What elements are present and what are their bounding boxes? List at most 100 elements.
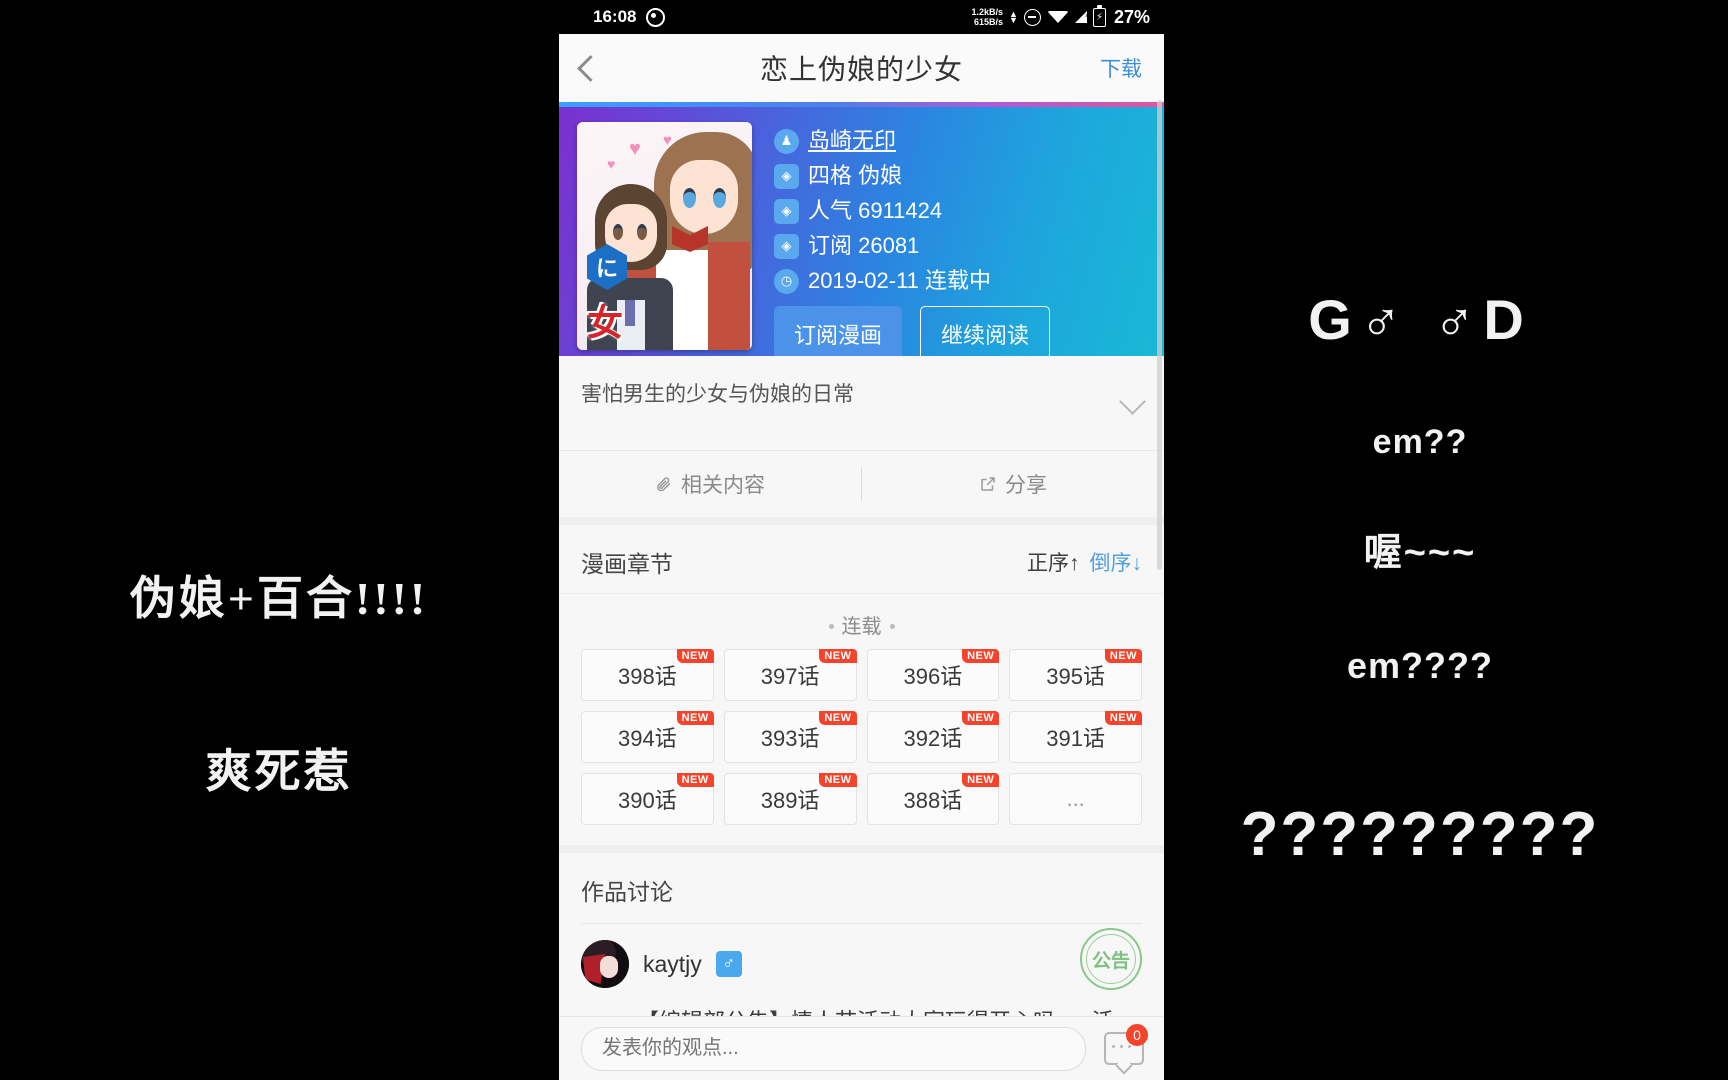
status-bar-right: 1.2kB/s 615B/s ▲ ▼ × ⚡ 27%: [972, 4, 1150, 28]
avatar[interactable]: [581, 940, 629, 988]
author-icon: ♟: [774, 128, 799, 154]
right-overlay-line-questions: ?????????: [1240, 800, 1600, 869]
chapter-item[interactable]: 389话 NEW: [723, 773, 857, 825]
page-title: 恋上伪娘的少女: [759, 54, 963, 85]
related-content-label: 相关内容: [681, 474, 765, 497]
meta-row-popularity: ◈ 人气 6911424: [774, 198, 1146, 224]
new-badge: NEW: [819, 649, 857, 663]
tag-icon: ◈: [774, 163, 799, 189]
chapter-group-label: 连载: [559, 594, 1164, 649]
meta-row-updated: ◷ 2019-02-11 连载中: [774, 268, 1146, 294]
heart-icon: ♥: [607, 156, 616, 172]
meta-row-subscribers: ◈ 订阅 26081: [774, 233, 1146, 259]
chapter-item[interactable]: 392话 NEW: [866, 711, 1000, 763]
meta-row-author[interactable]: ♟ 岛崎无印: [774, 128, 1146, 154]
chapters-header: 漫画章节 正序↑ 倒序↓: [559, 525, 1164, 594]
right-overlay-line-em1: em??: [1372, 423, 1468, 461]
tag-icon: ◈: [774, 233, 799, 259]
announcement-stamp-icon: 公告: [1080, 928, 1142, 990]
phone-screen: 16:08 1.2kB/s 615B/s ▲ ▼ × ⚡ 27% 恋上伪娘的少女 …: [559, 0, 1164, 1080]
chapter-label: 390话: [618, 788, 677, 813]
sort-descending-button[interactable]: 倒序↓: [1090, 547, 1143, 577]
left-overlay-line-2: 爽死惹: [205, 745, 353, 797]
description-text: 害怕男生的少女与伪娘的日常: [581, 383, 854, 406]
chapter-item[interactable]: 396话 NEW: [866, 649, 1000, 701]
record-dot-icon: [646, 7, 666, 27]
description-section[interactable]: 害怕男生的少女与伪娘的日常: [559, 356, 1164, 451]
comic-meta-list: ♟ 岛崎无印 ◈ 四格 伪娘 ◈ 人气 6911424 ◈ 订阅 26081 ◷…: [774, 122, 1146, 362]
network-speed-down: 615B/s: [974, 17, 1004, 27]
chapter-item[interactable]: 393话 NEW: [723, 711, 857, 763]
meta-updated-value: 2019-02-11 连载中: [808, 268, 992, 293]
left-overlay-caption: 伪娘+百合!!!! 爽死惹: [0, 455, 558, 858]
right-overlay-line-wo: 喔~~~: [1363, 531, 1477, 574]
chapter-label: 393话: [760, 726, 820, 751]
chapters-section: 漫画章节 正序↑ 倒序↓ 连载 398话 NEW 397话 NEW 396话 NEW …: [559, 525, 1164, 845]
right-overlay-line-god: G♂ ♂D: [1308, 288, 1532, 351]
battery-percentage: 27%: [1113, 6, 1150, 27]
share-icon: [981, 477, 995, 491]
chapter-item[interactable]: 398话 NEW: [581, 649, 714, 701]
new-badge: NEW: [819, 711, 857, 725]
share-tab[interactable]: 分享: [862, 451, 1164, 517]
related-content-tab[interactable]: 相关内容: [559, 451, 861, 517]
chapter-label: ...: [1066, 786, 1085, 811]
chapter-item[interactable]: 391话 NEW: [1009, 711, 1142, 763]
network-speed-up: 1.2kB/s: [971, 7, 1004, 17]
right-overlay-caption: G♂ ♂D em?? 喔~~~ em???? ?????????: [1170, 245, 1670, 920]
new-badge: NEW: [676, 773, 714, 787]
chapter-label: 392话: [903, 726, 963, 751]
chapter-label: 396话: [903, 664, 963, 689]
status-bar: 16:08 1.2kB/s 615B/s ▲ ▼ × ⚡ 27%: [559, 0, 1164, 34]
chapter-item-more[interactable]: ...: [1009, 773, 1142, 825]
dot-icon: [889, 623, 895, 629]
action-tabs: 相关内容 分享: [559, 451, 1164, 525]
sort-ascending-button[interactable]: 正序↑: [1027, 547, 1080, 577]
chapter-item[interactable]: 394话 NEW: [581, 711, 714, 763]
chapter-item[interactable]: 388话 NEW: [866, 773, 1000, 825]
chapters-title: 漫画章节: [581, 551, 673, 577]
status-clock: 16:08: [593, 7, 637, 26]
chapter-label: 389话: [760, 788, 820, 813]
scrollbar-thumb[interactable]: [1157, 100, 1162, 570]
app-bar: 恋上伪娘的少女 下载: [559, 34, 1164, 102]
left-overlay-line-1: 伪娘+百合!!!!: [129, 573, 429, 624]
new-badge: NEW: [676, 649, 714, 663]
share-label: 分享: [1005, 474, 1047, 497]
comic-cover-image[interactable]: ♥ ♥ ♥ に 女: [577, 122, 752, 350]
tag-icon: ◈: [774, 198, 799, 224]
meta-row-genre: ◈ 四格 伪娘: [774, 163, 1146, 189]
chapter-item[interactable]: 397话 NEW: [723, 649, 857, 701]
meta-author-value[interactable]: 岛崎无印: [808, 128, 896, 154]
chapter-label: 388话: [903, 788, 963, 813]
clock-icon: ◷: [774, 268, 799, 294]
paperclip-icon: [657, 477, 671, 492]
discussion-title: 作品讨论: [581, 879, 673, 905]
comment-username[interactable]: kaytjy: [643, 951, 702, 978]
network-arrows-icon: ▲ ▼: [1009, 9, 1018, 25]
heart-icon: ♥: [629, 138, 641, 160]
cover-title-glyph: 女: [587, 302, 624, 343]
comic-hero-section: ♥ ♥ ♥ に 女 ♟ 岛崎无印 ◈ 四格 伪娘 ◈ 人气 6911424 ◈ …: [559, 102, 1164, 362]
comment-input[interactable]: [581, 1026, 1086, 1071]
chapter-grid: 398话 NEW 397话 NEW 396话 NEW 395话 NEW 394话 NEW …: [559, 649, 1164, 845]
chapter-item[interactable]: 390话 NEW: [581, 773, 714, 825]
chevron-down-icon[interactable]: [1119, 388, 1146, 415]
chapter-label: 391话: [1046, 726, 1105, 751]
back-chevron-icon[interactable]: [577, 54, 604, 82]
network-speed: 1.2kB/s 615B/s: [972, 7, 1004, 27]
comment-bubble-icon[interactable]: 0: [1104, 1023, 1148, 1066]
status-bar-left: 16:08: [593, 7, 666, 27]
continue-reading-button[interactable]: 继续阅读: [920, 306, 1051, 362]
comment-header: kaytjy ♂ 公告: [581, 928, 1142, 990]
subscribe-button[interactable]: 订阅漫画: [774, 306, 903, 362]
comment-input-bar: 0: [559, 1016, 1164, 1080]
new-badge: NEW: [1104, 649, 1142, 663]
meta-subscribers-value: 订阅 26081: [808, 233, 920, 258]
download-button[interactable]: 下载: [1100, 53, 1142, 83]
do-not-disturb-icon: [1023, 8, 1041, 26]
comment-count-badge: 0: [1126, 1023, 1148, 1046]
chapter-item[interactable]: 395话 NEW: [1009, 649, 1142, 701]
battery-charging-icon: ⚡: [1092, 4, 1106, 27]
hero-top-gradient-line: [559, 102, 1164, 107]
